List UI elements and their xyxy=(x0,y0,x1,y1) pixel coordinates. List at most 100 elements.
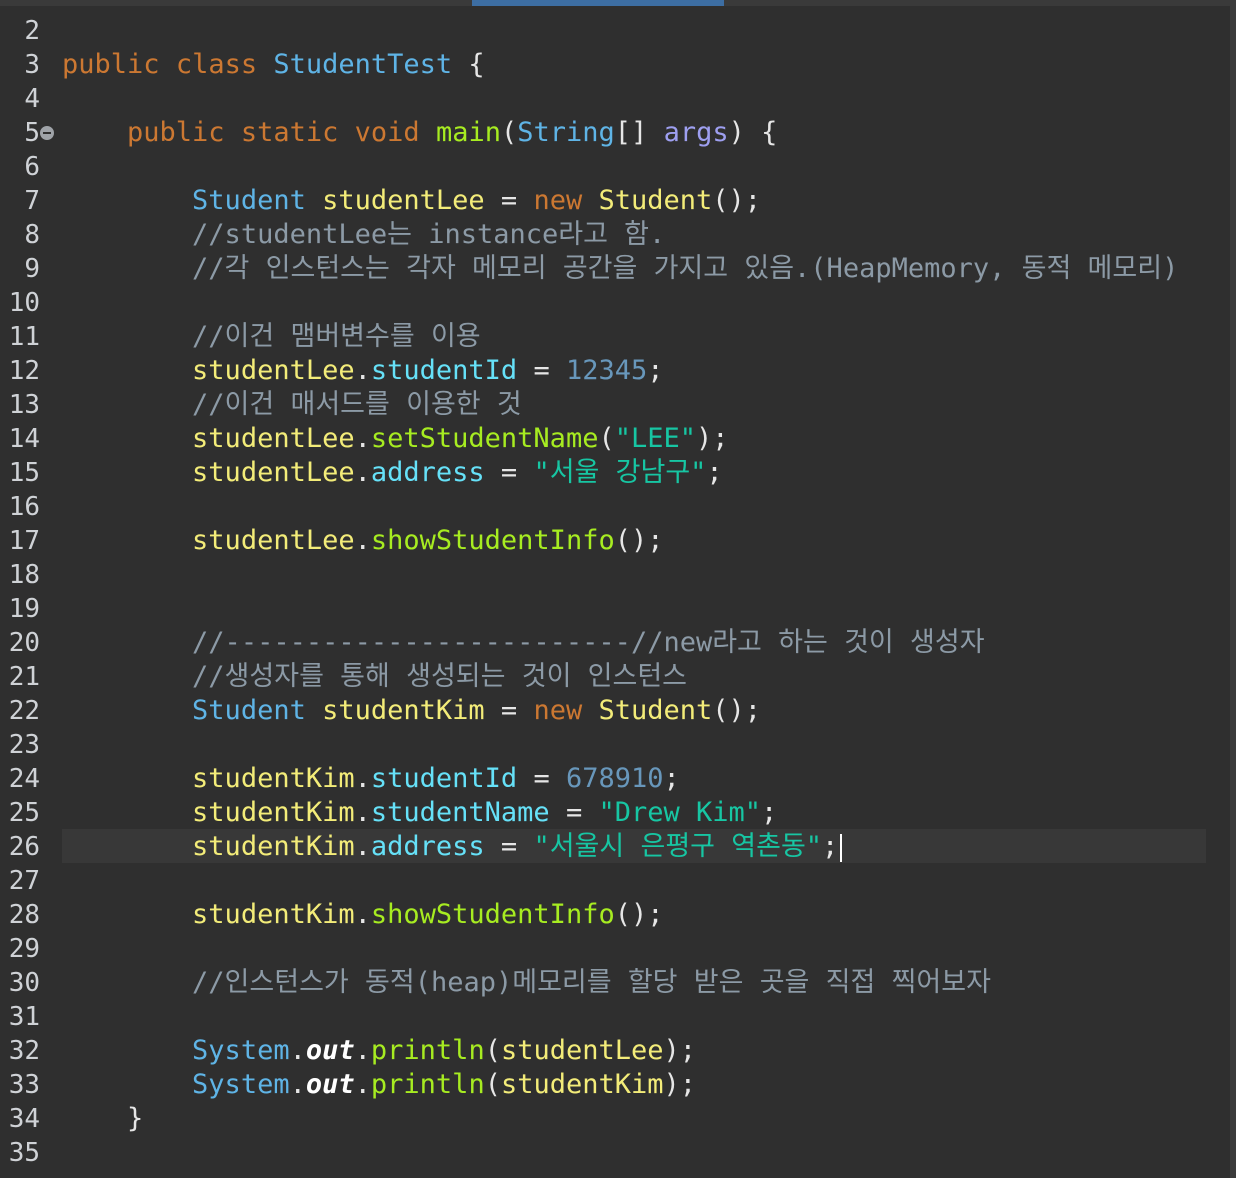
code-line[interactable]: 31 xyxy=(0,1000,1230,1034)
code-line[interactable]: 4 xyxy=(0,82,1230,116)
code-token: void xyxy=(354,117,420,148)
code-line[interactable]: 6 xyxy=(0,150,1230,184)
code-line[interactable]: 33 System.out.println(studentKim); xyxy=(0,1068,1230,1102)
fold-collapse-icon[interactable] xyxy=(40,126,54,140)
code-token: studentLee xyxy=(192,355,355,386)
code-line-text: //인스턴스가 동적(heap)메모리를 할당 받은 곳을 직접 찍어보자 xyxy=(62,966,991,1000)
code-line[interactable]: 26 studentKim.address = "서울시 은평구 역촌동"; xyxy=(0,830,1230,864)
code-token: ; xyxy=(706,457,723,488)
code-editor[interactable]: 2 3 public class StudentTest {4 5 public st… xyxy=(0,0,1236,1178)
code-line[interactable]: 17 studentLee.showStudentInfo(); xyxy=(0,524,1230,558)
code-line[interactable]: 30 //인스턴스가 동적(heap)메모리를 할당 받은 곳을 직접 찍어보자 xyxy=(0,966,1230,1000)
code-token: ; xyxy=(647,355,664,386)
code-token: (); xyxy=(712,185,762,216)
code-token: ( xyxy=(500,117,518,148)
code-token: (); xyxy=(614,899,664,930)
line-number: 14 xyxy=(8,424,40,454)
active-tab-indicator[interactable] xyxy=(472,0,724,6)
code-line[interactable]: 2 xyxy=(0,14,1230,48)
code-token: out xyxy=(305,1035,355,1066)
code-token: public xyxy=(62,49,160,80)
code-token: public xyxy=(127,117,225,148)
code-token: = xyxy=(484,831,534,862)
code-line-text: studentLee.studentId = 12345; xyxy=(62,354,664,388)
code-token: Student xyxy=(192,185,306,216)
line-number: 29 xyxy=(8,934,40,964)
code-line[interactable]: 24 studentKim.studentId = 678910; xyxy=(0,762,1230,796)
line-number: 22 xyxy=(8,696,40,726)
editor-scrollbar[interactable] xyxy=(1230,0,1236,1178)
code-line[interactable]: 27 xyxy=(0,864,1230,898)
code-token: studentLee xyxy=(192,457,355,488)
code-line[interactable]: 19 xyxy=(0,592,1230,626)
code-line-text: //-------------------------//new라고 하는 것이… xyxy=(62,626,985,660)
code-line[interactable]: 18 xyxy=(0,558,1230,592)
code-line[interactable]: 13 //이건 매서드를 이용한 것 xyxy=(0,388,1230,422)
code-line[interactable]: 9 //각 인스턴스는 각자 메모리 공간을 가지고 있음.(HeapMemor… xyxy=(0,252,1230,286)
line-number: 27 xyxy=(8,866,40,896)
code-token: = xyxy=(484,695,534,726)
code-line-text: studentKim.showStudentInfo(); xyxy=(62,898,664,932)
code-line[interactable]: 32 System.out.println(studentLee); xyxy=(0,1034,1230,1068)
code-token: studentId xyxy=(370,763,518,794)
code-line[interactable]: 7 Student studentLee = new Student(); xyxy=(0,184,1230,218)
code-line-text: Student studentKim = new Student(); xyxy=(62,694,761,728)
code-line[interactable]: 16 xyxy=(0,490,1230,524)
code-token: . xyxy=(289,1069,306,1100)
code-token: //생성자를 통해 생성되는 것이 인스턴스 xyxy=(192,661,688,692)
code-line[interactable]: 34 } xyxy=(0,1102,1230,1136)
code-line[interactable]: 35 xyxy=(0,1136,1230,1170)
code-token: static xyxy=(240,117,339,148)
line-number: 4 xyxy=(24,84,40,114)
code-line[interactable]: 22 Student studentKim = new Student(); xyxy=(0,694,1230,728)
code-line[interactable]: 8 //studentLee는 instance라고 함. xyxy=(0,218,1230,252)
line-number: 8 xyxy=(24,220,40,250)
code-token: ; xyxy=(761,797,778,828)
code-token: //studentLee는 instance라고 함. xyxy=(192,219,666,250)
code-line-text: Student studentLee = new Student(); xyxy=(62,184,761,218)
code-token: studentKim xyxy=(322,695,485,726)
code-token: //각 인스턴스는 각자 메모리 공간을 가지고 있음.(HeapMemory,… xyxy=(192,253,1179,284)
code-line[interactable]: 14 studentLee.setStudentName("LEE"); xyxy=(0,422,1230,456)
code-token: address xyxy=(370,831,485,862)
code-line[interactable]: 5 public static void main(String[] args)… xyxy=(0,116,1230,150)
code-line[interactable]: 23 xyxy=(0,728,1230,762)
code-line-text: //생성자를 통해 생성되는 것이 인스턴스 xyxy=(62,660,687,694)
line-number: 6 xyxy=(24,152,40,182)
line-number: 10 xyxy=(8,288,40,318)
code-token: studentLee xyxy=(192,423,355,454)
code-line[interactable]: 15 studentLee.address = "서울 강남구"; xyxy=(0,456,1230,490)
code-line[interactable]: 20 //-------------------------//new라고 하는… xyxy=(0,626,1230,660)
code-line[interactable]: 29 xyxy=(0,932,1230,966)
code-line[interactable]: 11 //이건 맴버변수를 이용 xyxy=(0,320,1230,354)
code-line[interactable]: 3 public class StudentTest { xyxy=(0,48,1230,82)
code-line-text: public static void main(String[] args) { xyxy=(62,116,777,150)
code-text-area[interactable]: 2 3 public class StudentTest {4 5 public st… xyxy=(0,14,1230,1170)
code-token: studentName xyxy=(370,797,550,828)
code-line[interactable]: 28 studentKim.showStudentInfo(); xyxy=(0,898,1230,932)
code-line[interactable]: 10 xyxy=(0,286,1230,320)
code-token: ; xyxy=(663,763,680,794)
code-token: } xyxy=(62,1103,144,1134)
code-token: ; xyxy=(822,831,839,862)
code-token: ( xyxy=(484,1069,501,1100)
code-token: println xyxy=(370,1035,485,1066)
code-line[interactable]: 21 //생성자를 통해 생성되는 것이 인스턴스 xyxy=(0,660,1230,694)
code-line[interactable]: 25 studentKim.studentName = "Drew Kim"; xyxy=(0,796,1230,830)
code-line[interactable]: 12 studentLee.studentId = 12345; xyxy=(0,354,1230,388)
code-line-text: studentLee.setStudentName("LEE"); xyxy=(62,422,728,456)
code-token: 678910 xyxy=(565,763,664,794)
